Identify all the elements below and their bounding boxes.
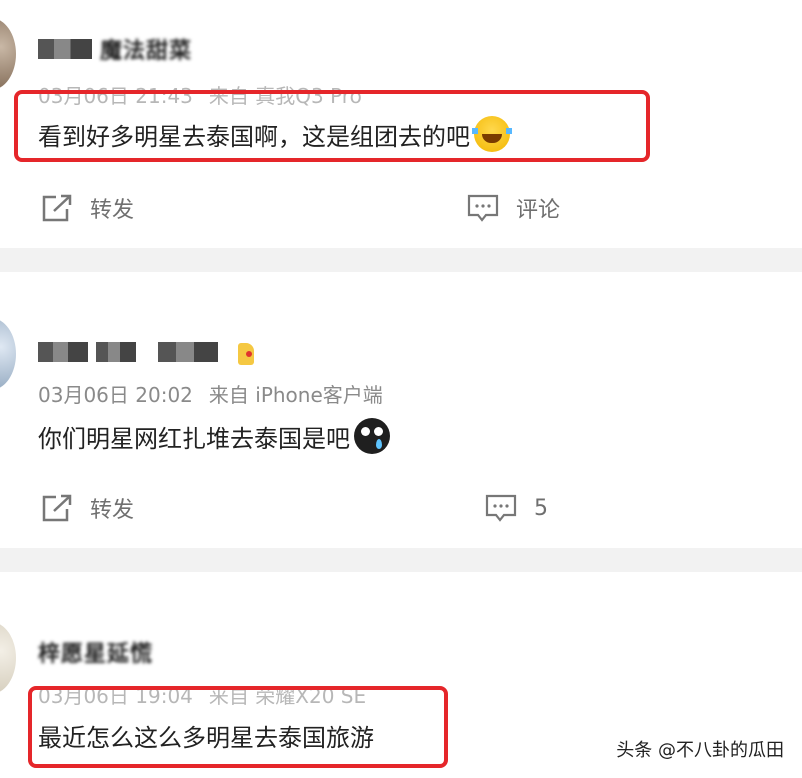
comment-count: 5: [534, 495, 548, 521]
watermark: 头条 @不八卦的瓜田: [616, 740, 784, 761]
highlight-box: [28, 686, 448, 768]
repost-icon: [42, 194, 72, 222]
highlight-box: [14, 90, 650, 162]
username-row: 魔法甜菜: [38, 33, 192, 65]
repost-button[interactable]: 转发: [40, 492, 134, 524]
comment-icon: [485, 494, 517, 522]
repost-button[interactable]: 转发: [40, 192, 134, 224]
comment-source: 来自 iPhone客户端: [208, 383, 383, 407]
fan-badge-icon: [236, 337, 258, 367]
username[interactable]: 魔法甜菜: [100, 33, 192, 65]
repost-icon: [42, 494, 72, 522]
repost-label: 转发: [90, 198, 135, 223]
repost-label: 转发: [90, 498, 135, 523]
comment-button[interactable]: 评论: [466, 192, 560, 224]
comment-button[interactable]: 5: [484, 492, 548, 524]
avatar[interactable]: [0, 18, 16, 90]
comment-time: 03月06日 20:02: [38, 383, 193, 407]
username-mosaic: [158, 342, 218, 362]
comment-label: 评论: [516, 198, 561, 223]
card-separator: [0, 548, 802, 572]
comment-text: 你们明星网红扎堆去泰国是吧: [38, 418, 390, 454]
username-mosaic: [38, 342, 88, 362]
username-row: 梓愿星延慌: [38, 636, 153, 668]
username-row: [38, 339, 258, 365]
comment-meta: 03月06日 20:02 来自 iPhone客户端: [38, 379, 383, 408]
comment-icon: [467, 194, 499, 222]
avatar[interactable]: [0, 318, 16, 390]
cry-emoji: [354, 418, 390, 454]
avatar[interactable]: [0, 622, 16, 694]
username-mosaic: [38, 39, 92, 59]
username-mosaic: [96, 342, 136, 362]
comment-card: 魔法甜菜 03月06日 21:43 来自 真我Q3 Pro 看到好多明星去泰国啊…: [0, 0, 802, 248]
comment-card: 03月06日 20:02 来自 iPhone客户端 你们明星网红扎堆去泰国是吧 …: [0, 272, 802, 548]
username[interactable]: 梓愿星延慌: [38, 636, 153, 668]
card-separator: [0, 248, 802, 272]
